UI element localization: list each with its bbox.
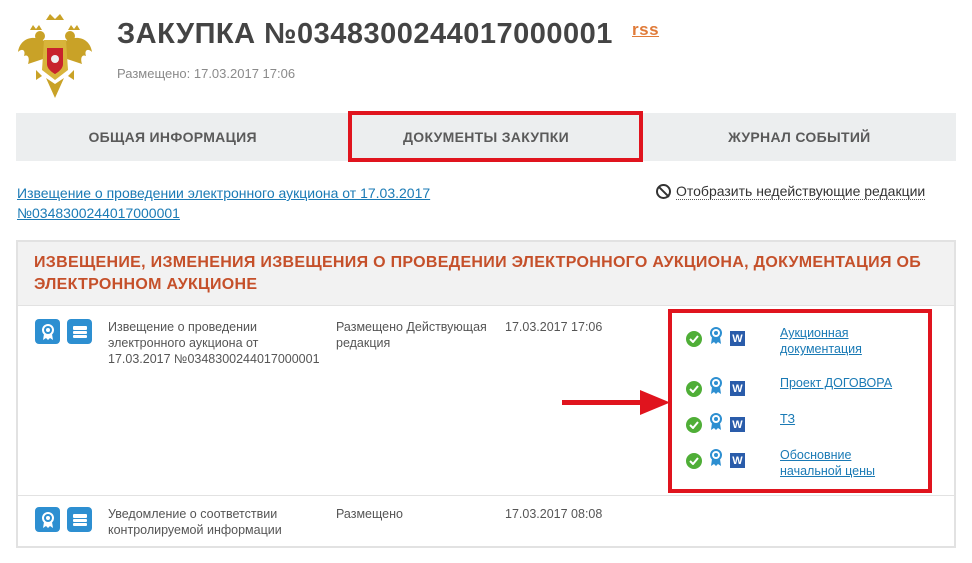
page-title: ЗАКУПКА №0348300244017000001	[117, 18, 613, 50]
show-inactive-toggle[interactable]: Отобразить недействующие редакции	[656, 183, 926, 200]
printer-icon[interactable]	[67, 507, 92, 532]
row-date: 17.03.2017 17:06	[505, 320, 603, 334]
panel-title: ИЗВЕЩЕНИЕ, ИЗМЕНЕНИЯ ИЗВЕЩЕНИЯ О ПРОВЕДЕ…	[18, 242, 954, 306]
highlight-box-tab	[348, 111, 643, 162]
show-inactive-label: Отобразить недействующие редакции	[676, 183, 926, 200]
certificate-icon[interactable]	[35, 319, 60, 344]
row-status: Размещено Действующая редакция	[336, 320, 487, 350]
printer-icon[interactable]	[67, 319, 92, 344]
arrow-right-icon	[562, 390, 670, 415]
notice-link[interactable]: Извещение о проведении электронного аукц…	[17, 183, 487, 223]
row-document-name: Извещение о проведении электронного аукц…	[108, 320, 320, 366]
table-row: Уведомление о соответствии контролируемо…	[18, 498, 954, 548]
row-status: Размещено	[336, 507, 403, 521]
rss-link[interactable]: rss	[632, 20, 659, 40]
posted-date: Размещено: 17.03.2017 17:06	[117, 66, 296, 81]
certificate-icon[interactable]	[35, 507, 60, 532]
tab-event-log[interactable]: ЖУРНАЛ СОБЫТИЙ	[643, 113, 956, 161]
highlight-box-documents	[668, 309, 932, 493]
prohibited-icon	[656, 184, 671, 199]
tab-general-info[interactable]: ОБЩАЯ ИНФОРМАЦИЯ	[16, 113, 329, 161]
row-date: 17.03.2017 08:08	[505, 507, 603, 521]
row-document-name: Уведомление о соответствии контролируемо…	[108, 507, 282, 537]
coat-of-arms-icon	[18, 14, 92, 98]
